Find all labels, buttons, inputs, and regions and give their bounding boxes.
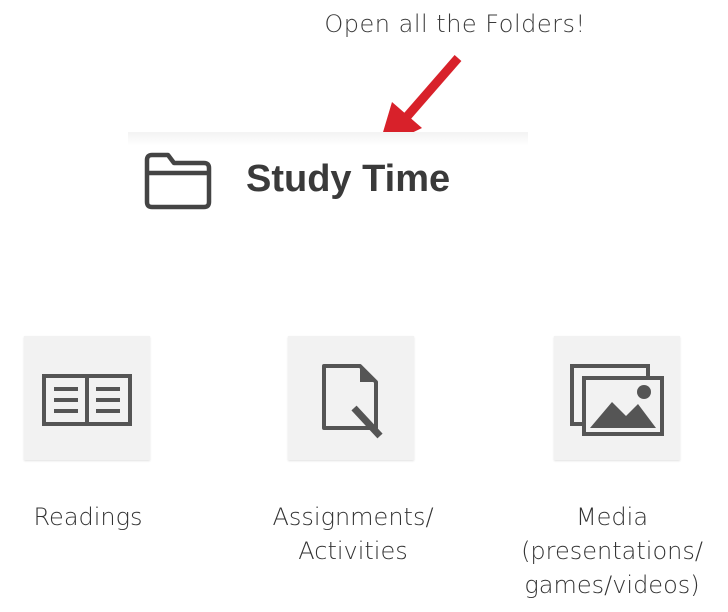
document-edit-icon	[322, 364, 383, 439]
label-line: Media	[575, 503, 649, 531]
label-line: Readings	[33, 503, 143, 531]
folder-icon	[144, 152, 212, 210]
image-gallery-icon	[570, 364, 664, 436]
folder-study-time[interactable]: Study Time	[128, 132, 528, 236]
label-line: Assignments/	[272, 503, 434, 531]
label-media: Media (presentations/ games/videos)	[496, 500, 728, 602]
tile-media[interactable]	[554, 336, 680, 460]
label-line: games/videos)	[524, 571, 700, 599]
label-line: (presentations/	[521, 537, 703, 565]
label-readings: Readings	[0, 500, 176, 534]
label-line: Activities	[298, 537, 408, 565]
folder-title[interactable]: Study Time	[246, 158, 450, 201]
book-icon	[42, 374, 132, 426]
tile-assignments[interactable]	[288, 336, 414, 460]
tile-readings[interactable]	[24, 336, 150, 460]
callout-text: Open all the Folders!	[324, 10, 586, 38]
label-assignments: Assignments/ Activities	[236, 500, 470, 568]
